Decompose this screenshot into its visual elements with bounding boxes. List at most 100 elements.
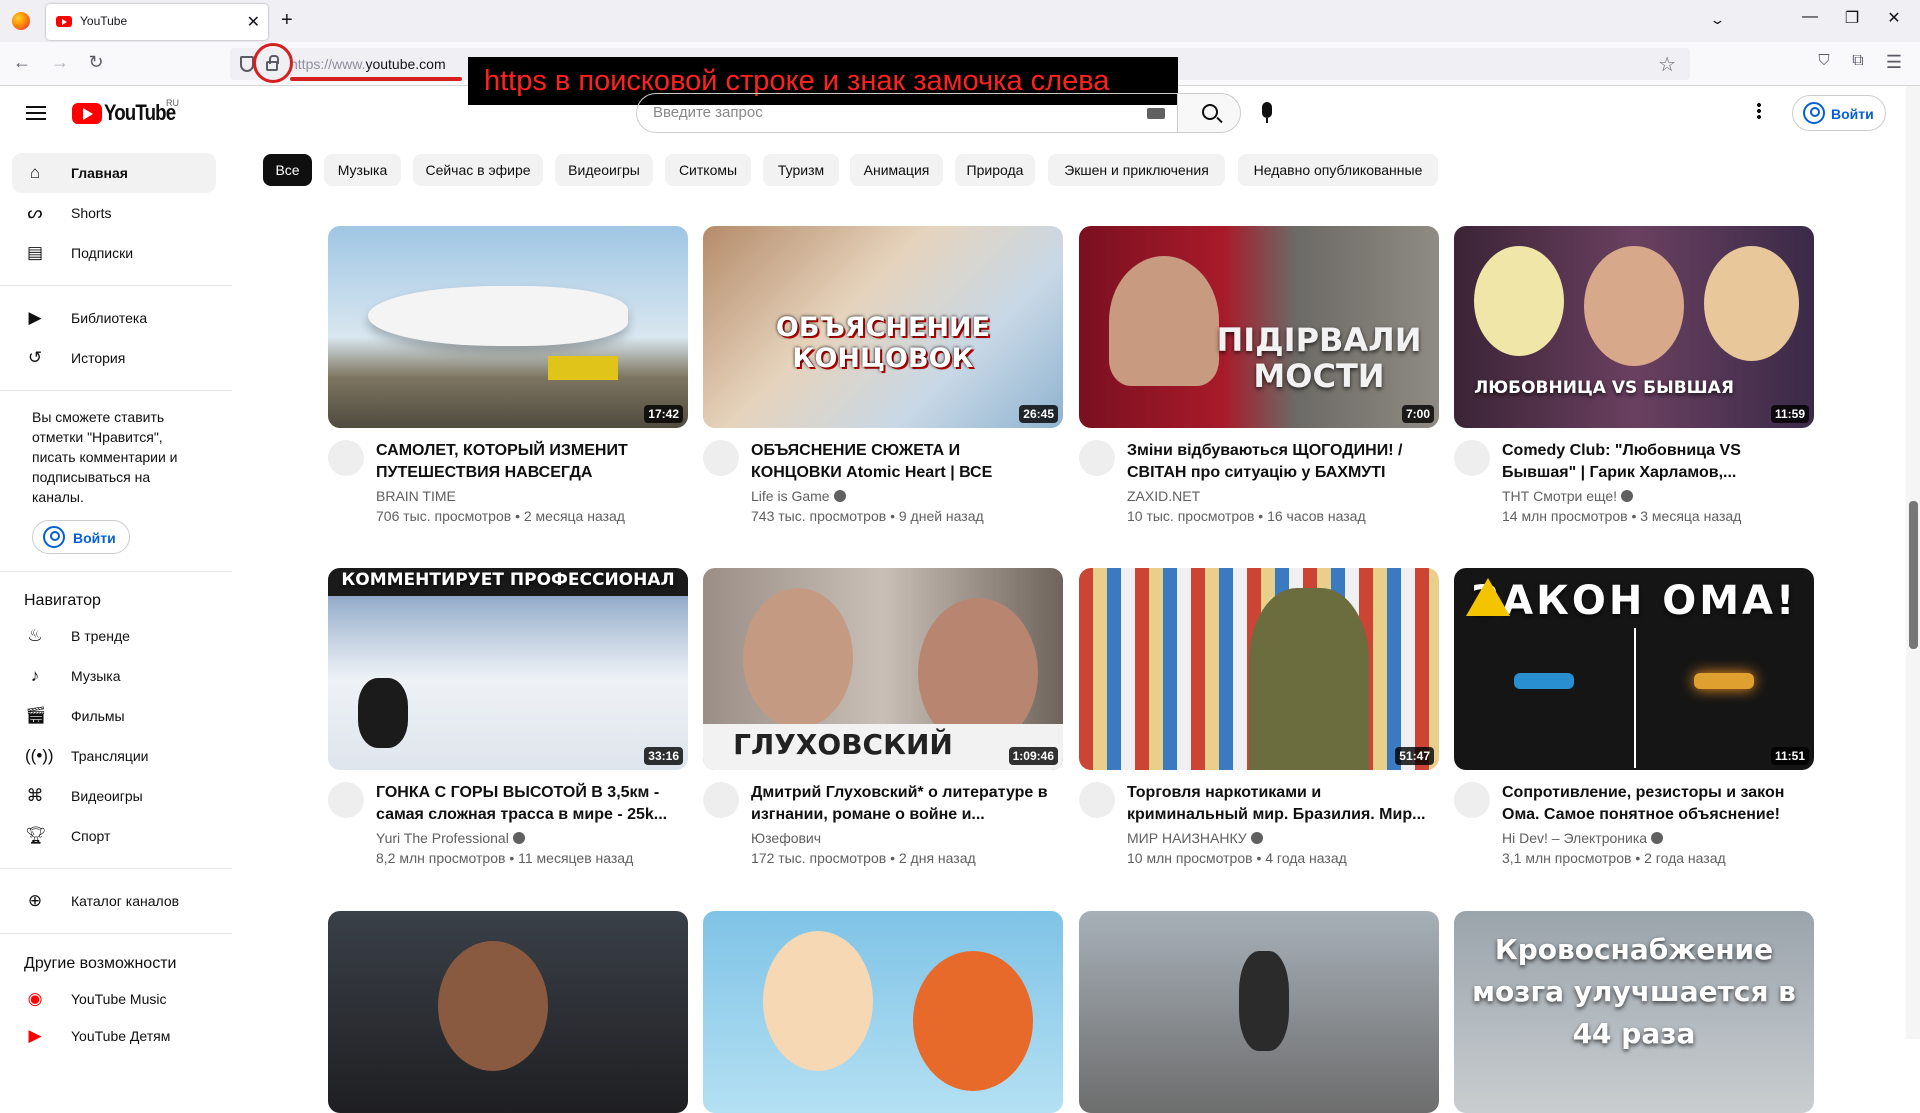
video-thumbnail[interactable]: Кровоснабжение мозга улучшается в 44 раз…: [1454, 911, 1814, 1113]
channel-avatar[interactable]: [703, 440, 739, 476]
video-title[interactable]: ОБЪЯСНЕНИЕ СЮЖЕТА И КОНЦОВКИ Atomic Hear…: [751, 440, 1051, 484]
search-button[interactable]: [1177, 93, 1241, 133]
scrollbar[interactable]: [1906, 86, 1920, 1039]
pocket-icon[interactable]: ⛉: [1812, 52, 1836, 69]
sidebar-item-shorts[interactable]: ᔕ Shorts: [12, 193, 216, 233]
signin-button[interactable]: Войти: [1792, 95, 1886, 131]
restore-icon[interactable]: ❐: [1842, 8, 1862, 28]
sidebar-item-subscriptions[interactable]: ▤ Подписки: [12, 233, 216, 273]
sidebar-item-history[interactable]: ↺ История: [12, 338, 216, 378]
video-title[interactable]: Дмитрий Глуховский* о литературе в изгна…: [751, 782, 1051, 826]
youtube-logo-text[interactable]: YouTube: [104, 100, 176, 126]
channel-name[interactable]: Life is Game: [751, 488, 846, 504]
forward-icon[interactable]: →: [48, 52, 72, 73]
sidebar-item-library[interactable]: ▶ Библиотека: [12, 298, 216, 338]
chip-tourism[interactable]: Туризм: [763, 154, 839, 186]
sidebar-item-youtube-music[interactable]: ◉ YouTube Music: [12, 979, 216, 1019]
chip-nature[interactable]: Природа: [955, 154, 1035, 186]
back-icon[interactable]: ←: [10, 52, 34, 73]
video-title[interactable]: Торговля наркотиками и криминальный мир.…: [1127, 782, 1427, 826]
sidebar-item-label: Трансляции: [71, 748, 149, 764]
video-thumbnail[interactable]: ПІДІРВАЛИ МОСТИ 7:00: [1079, 226, 1439, 428]
channel-name[interactable]: ТНТ Смотри еще!: [1502, 488, 1634, 504]
channel-avatar[interactable]: [703, 782, 739, 818]
channel-name[interactable]: ZAXID.NET: [1127, 488, 1200, 504]
chip-all[interactable]: Все: [263, 154, 312, 186]
channel-name[interactable]: МИР НАИЗНАНКУ: [1127, 830, 1263, 846]
settings-more-icon[interactable]: [1757, 102, 1761, 120]
sidebar-item-sports[interactable]: 🏆︎ Спорт: [12, 816, 216, 856]
person-shape: [438, 941, 548, 1071]
video-thumbnail[interactable]: КОММЕНТИРУЕТ ПРОФЕССИОНАЛ 33:16: [328, 568, 688, 770]
browser-tab[interactable]: YouTube ✕: [46, 4, 268, 40]
video-title[interactable]: Зміни відбуваються ЩОГОДИНИ! / СВІТАН пр…: [1127, 440, 1427, 484]
sidebar-item-movies[interactable]: 🎬︎ Фильмы: [12, 696, 216, 736]
channel-avatar[interactable]: [1079, 440, 1115, 476]
channel-avatar[interactable]: [1079, 782, 1115, 818]
scrollbar-thumb[interactable]: [1909, 501, 1918, 649]
video-thumbnail[interactable]: [703, 911, 1063, 1113]
video-thumbnail[interactable]: [1079, 911, 1439, 1113]
guide-menu-icon[interactable]: [26, 106, 46, 120]
music-icon: ♪: [30, 666, 40, 685]
video-duration: 11:59: [1770, 405, 1809, 423]
chevron-down-icon[interactable]: ⌄: [1709, 12, 1725, 28]
channel-avatar[interactable]: [328, 440, 364, 476]
channel-avatar[interactable]: [1454, 440, 1490, 476]
chip-recent[interactable]: Недавно опубликованные: [1238, 154, 1438, 186]
channel-avatar[interactable]: [1454, 782, 1490, 818]
chip-music[interactable]: Музыка: [324, 154, 401, 186]
video-title[interactable]: САМОЛЕТ, КОТОРЫЙ ИЗМЕНИТ ПУТЕШЕСТВИЯ НАВ…: [376, 440, 676, 484]
chip-action[interactable]: Экшен и приключения: [1048, 154, 1225, 186]
sidebar-item-catalog[interactable]: ⊕ Каталог каналов: [12, 881, 216, 921]
close-tab-icon[interactable]: ✕: [247, 12, 260, 32]
tab-title: YouTube: [80, 14, 128, 28]
chip-games[interactable]: Видеоигры: [555, 154, 653, 186]
chip-animation[interactable]: Анимация: [850, 154, 943, 186]
close-window-icon[interactable]: ✕: [1884, 8, 1904, 28]
url-text[interactable]: https://www.youtube.com: [290, 56, 446, 72]
chip-live[interactable]: Сейчас в эфире: [413, 154, 543, 186]
menu-icon[interactable]: ☰: [1882, 52, 1906, 73]
video-thumbnail[interactable]: ЗАКОН ОМА! 11:51: [1454, 568, 1814, 770]
chip-sitcoms[interactable]: Ситкомы: [665, 154, 751, 186]
extensions-icon[interactable]: ⧉: [1846, 52, 1870, 70]
shield-icon[interactable]: [240, 56, 254, 72]
sidebar-signin-button[interactable]: Войти: [32, 520, 130, 554]
keyboard-icon[interactable]: [1147, 108, 1165, 119]
video-thumbnail[interactable]: ОБЪЯСНЕНИЕ КОНЦОВОК 26:45: [703, 226, 1063, 428]
sidebar-item-trending[interactable]: ♨ В тренде: [12, 616, 216, 656]
reload-icon[interactable]: ↻: [84, 52, 108, 73]
video-title[interactable]: Comedy Club: "Любовница VS Бывшая" | Гар…: [1502, 440, 1802, 484]
sidebar-item-live[interactable]: ((•)) Трансляции: [12, 736, 216, 776]
new-tab-icon[interactable]: +: [281, 9, 293, 32]
channel-avatar[interactable]: [328, 782, 364, 818]
channel-name[interactable]: Yuri The Professional: [376, 830, 525, 846]
minimize-icon[interactable]: —: [1800, 8, 1820, 26]
history-icon: ↺: [27, 348, 43, 367]
sidebar-item-home[interactable]: ⌂ Главная: [12, 153, 216, 193]
video-title[interactable]: ГОНКА С ГОРЫ ВЫСОТОЙ В 3,5км - самая сло…: [376, 782, 676, 826]
youtube-logo-icon[interactable]: [72, 103, 102, 124]
video-thumbnail[interactable]: ЛЮБОВНИЦА VS БЫВШАЯ 11:59: [1454, 226, 1814, 428]
search-input[interactable]: Введите запрос: [636, 93, 1178, 133]
sidebar-item-label: Спорт: [71, 828, 111, 844]
video-meta: 14 млн просмотров • 3 месяца назад: [1502, 508, 1742, 524]
bookmark-star-icon[interactable]: ☆: [1658, 52, 1676, 77]
video-thumbnail[interactable]: [328, 911, 688, 1113]
video-thumbnail[interactable]: 51:47: [1079, 568, 1439, 770]
video-title[interactable]: Сопротивление, резисторы и закон Ома. Са…: [1502, 782, 1802, 826]
verified-icon: [1621, 490, 1634, 502]
channel-name[interactable]: Hi Dev! – Электроника: [1502, 830, 1664, 846]
sidebar-item-music[interactable]: ♪ Музыка: [12, 656, 216, 696]
sidebar-item-gaming[interactable]: ⌘ Видеоигры: [12, 776, 216, 816]
video-thumbnail[interactable]: ГЛУХОВСКИЙ 1:09:46: [703, 568, 1063, 770]
youtube-favicon-icon: [56, 16, 72, 27]
microphone-icon[interactable]: [1262, 102, 1272, 123]
video-thumbnail[interactable]: 17:42: [328, 226, 688, 428]
channel-name[interactable]: Юзефович: [751, 830, 821, 846]
channel-name[interactable]: BRAIN TIME: [376, 488, 456, 504]
sidebar-item-youtube-kids[interactable]: ▶ YouTube Детям: [12, 1016, 216, 1056]
video-meta: 10 тыс. просмотров • 16 часов назад: [1127, 508, 1366, 524]
firefox-logo-icon[interactable]: [12, 12, 30, 30]
